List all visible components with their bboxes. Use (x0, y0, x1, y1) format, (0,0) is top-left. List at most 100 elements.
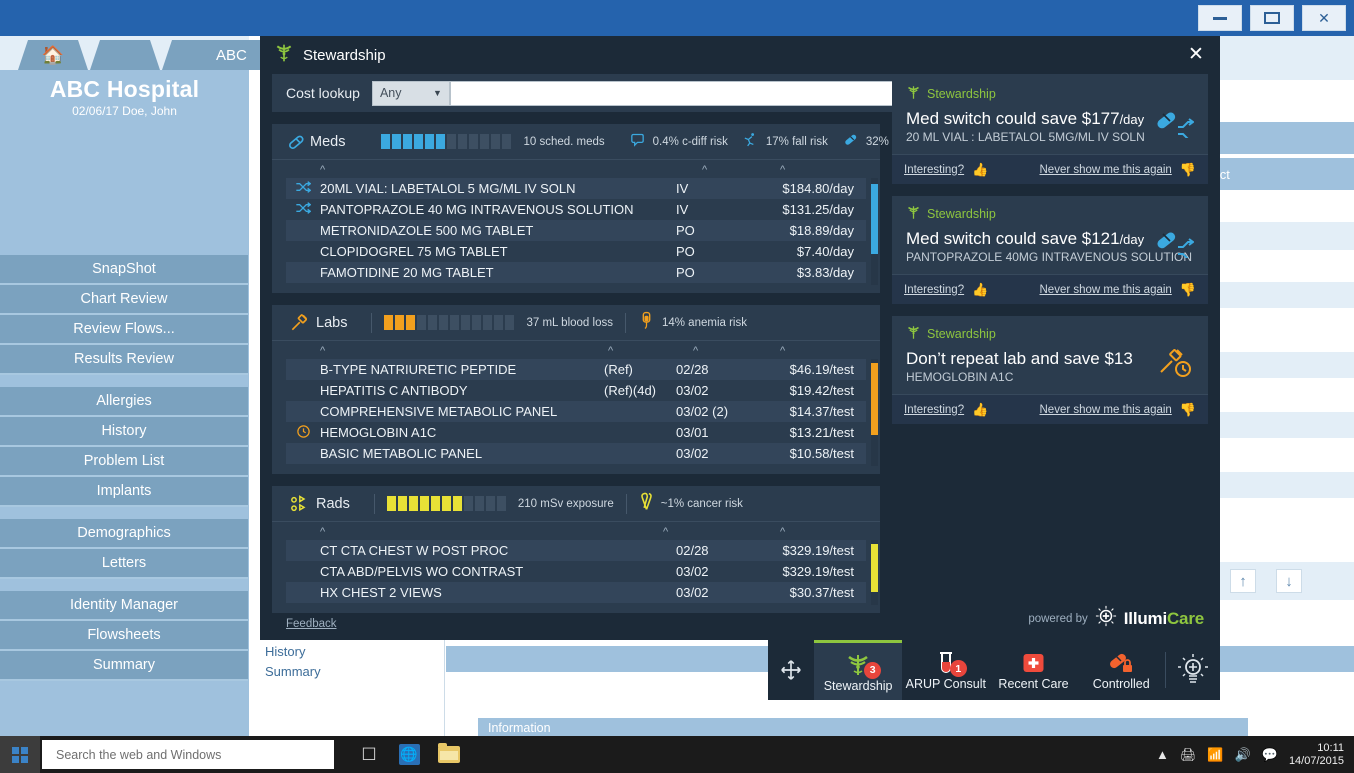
notification-subtitle: PANTOPRAZOLE 40MG INTRAVENOUS SOLUTION (906, 250, 1193, 264)
caduceus-icon (274, 43, 294, 68)
interesting-link[interactable]: Interesting? (904, 404, 964, 416)
toolbar-item-controlled[interactable]: Controlled (1077, 640, 1165, 700)
sidebar-item-allergies[interactable]: Allergies (0, 387, 248, 417)
move-handle-icon[interactable] (768, 640, 814, 700)
notification-title: Med switch could save $121/day (906, 229, 1194, 249)
wifi-icon[interactable]: 📶 (1207, 747, 1223, 763)
table-row[interactable]: BASIC METABOLIC PANEL 03/02 $10.58/test (286, 443, 866, 464)
maximize-button[interactable] (1250, 5, 1294, 31)
ehr-patient-info: 02/06/17 Doe, John (72, 104, 177, 118)
table-row[interactable]: CT CTA CHEST W POST PROC 02/28 $329.19/t… (286, 540, 866, 561)
swap-icon[interactable] (286, 201, 320, 218)
table-row[interactable]: 20ML VIAL: LABETALOL 5 MG/ML IV SOLN IV … (286, 178, 866, 199)
sidebar-item-summary[interactable]: Summary (0, 651, 248, 681)
taskbar-clock[interactable]: 10:11 14/07/2015 (1289, 742, 1348, 768)
meds-primary-stat: 10 sched. meds (523, 135, 605, 148)
notification-icon[interactable]: 💬 (1262, 747, 1278, 763)
table-row[interactable]: METRONIDAZOLE 500 MG TABLET PO $18.89/da… (286, 220, 866, 241)
edge-icon[interactable]: 🌐 (396, 743, 422, 767)
printer-icon[interactable]: 🖨 (1180, 747, 1197, 763)
search-input[interactable]: Search the web and Windows (42, 740, 334, 769)
thumbs-up-icon[interactable]: 👍 (972, 282, 988, 298)
start-button[interactable] (0, 736, 40, 773)
sidebar-item-letters[interactable]: Letters (0, 549, 248, 579)
notification-card[interactable]: Stewardship Med switch could save $177/d… (892, 76, 1208, 184)
swap-icon[interactable] (286, 180, 320, 197)
cost-lookup-select[interactable]: Any ▼ (371, 80, 450, 106)
labs-sort-name-icon[interactable]: ^ (320, 345, 325, 357)
notification-body: Stewardship Don’t repeat lab and save $1… (892, 316, 1208, 394)
pill-swap-icon (1154, 228, 1195, 263)
pill-swap-icon (1154, 108, 1195, 143)
table-row[interactable]: CTA ABD/PELVIS WO CONTRAST 03/02 $329.19… (286, 561, 866, 582)
brand-second: Care (1166, 608, 1204, 628)
toolbar-item-recent-care[interactable]: Recent Care (990, 640, 1078, 700)
ehr-mid-link-summary[interactable]: Summary (265, 662, 343, 682)
table-row[interactable]: FAMOTIDINE 20 MG TABLET PO $3.83/day (286, 262, 866, 283)
table-row[interactable]: HEMOGLOBIN A1C 03/01 $13.21/test (286, 422, 866, 443)
ehr-tab-home[interactable]: 🏠 (18, 40, 88, 70)
thumbs-down-icon[interactable]: 👎 (1180, 282, 1196, 298)
sidebar-item-flowsheets[interactable]: Flowsheets (0, 621, 248, 651)
labs-sort-date-icon[interactable]: ^ (693, 345, 698, 357)
table-row[interactable]: HX CHEST 2 VIEWS 03/02 $30.37/test (286, 582, 866, 603)
rads-sort-name-icon[interactable]: ^ (320, 526, 325, 538)
meds-sort-name-icon[interactable]: ^ (320, 164, 325, 176)
ehr-mid-link-history[interactable]: History (265, 642, 343, 662)
table-row[interactable]: B-TYPE NATRIURETIC PEPTIDE (Ref) 02/28 $… (286, 359, 866, 380)
lightbulb-icon[interactable] (1166, 640, 1220, 700)
rads-sort-date-icon[interactable]: ^ (663, 526, 668, 538)
scroll-down-button[interactable]: ↓ (1276, 569, 1302, 593)
chevron-up-icon[interactable]: ▲ (1156, 747, 1169, 762)
table-row[interactable]: COMPREHENSIVE METABOLIC PANEL 03/02 (2) … (286, 401, 866, 422)
labs-sort-price-icon[interactable]: ^ (780, 345, 785, 357)
rads-row-date: 03/02 (676, 585, 709, 600)
interesting-link[interactable]: Interesting? (904, 164, 964, 176)
illumicare-close-button[interactable]: ✕ (1186, 45, 1206, 65)
rads-scrollbar[interactable] (871, 540, 878, 605)
never-show-link[interactable]: Never show me this again (1040, 404, 1172, 416)
toolbar-item-stewardship[interactable]: 3 Stewardship (814, 640, 902, 700)
close-button[interactable]: ✕ (1302, 5, 1346, 31)
notification-card[interactable]: Stewardship Med switch could save $121/d… (892, 196, 1208, 304)
minimize-button[interactable] (1198, 5, 1242, 31)
file-explorer-icon[interactable] (436, 743, 462, 767)
sidebar-item-demographics[interactable]: Demographics (0, 519, 248, 549)
sidebar-item-history[interactable]: History (0, 417, 248, 447)
task-view-icon[interactable]: ☐ (356, 743, 382, 767)
scroll-up-button[interactable]: ↑ (1230, 569, 1256, 593)
sidebar-item-chart-review[interactable]: Chart Review (0, 285, 248, 315)
sidebar-item-identity-manager[interactable]: Identity Manager (0, 591, 248, 621)
rads-sort-price-icon[interactable]: ^ (780, 526, 785, 538)
volume-icon[interactable]: 🔊 (1235, 747, 1251, 763)
interesting-link[interactable]: Interesting? (904, 284, 964, 296)
never-show-link[interactable]: Never show me this again (1040, 164, 1172, 176)
sidebar-item-results-review[interactable]: Results Review (0, 345, 248, 375)
never-show-link[interactable]: Never show me this again (1040, 284, 1172, 296)
table-row[interactable]: HEPATITIS C ANTIBODY (Ref)(4d) 03/02 $19… (286, 380, 866, 401)
thumbs-down-icon[interactable]: 👎 (1180, 162, 1196, 178)
labs-scrollbar[interactable] (871, 359, 878, 466)
illumicare-toolbar: 3 Stewardship 1 ARUP Consult Recent Care… (768, 640, 1220, 700)
labs-row-price: $10.58/test (789, 446, 854, 461)
notification-card[interactable]: Stewardship Don’t repeat lab and save $1… (892, 316, 1208, 424)
feedback-link[interactable]: Feedback (286, 618, 337, 630)
sidebar-item-problem-list[interactable]: Problem List (0, 447, 248, 477)
syringe-clock-icon (1158, 348, 1194, 385)
table-row[interactable]: CLOPIDOGREL 75 MG TABLET PO $7.40/day (286, 241, 866, 262)
meds-sort-route-icon[interactable]: ^ (702, 164, 707, 176)
meds-sort-price-icon[interactable]: ^ (780, 164, 785, 176)
labs-row-date: 03/02 (676, 383, 709, 398)
labs-sort-ref-icon[interactable]: ^ (608, 345, 613, 357)
thumbs-up-icon[interactable]: 👍 (972, 402, 988, 418)
sidebar-item-review-flows[interactable]: Review Flows... (0, 315, 248, 345)
notification-body: Stewardship Med switch could save $121/d… (892, 196, 1208, 274)
sidebar-item-implants[interactable]: Implants (0, 477, 248, 507)
toolbar-item-arup-consult[interactable]: 1 ARUP Consult (902, 640, 990, 700)
thumbs-up-icon[interactable]: 👍 (972, 162, 988, 178)
table-row[interactable]: PANTOPRAZOLE 40 MG INTRAVENOUS SOLUTION … (286, 199, 866, 220)
ehr-tab-blank[interactable] (90, 40, 160, 70)
meds-scrollbar[interactable] (871, 178, 878, 285)
sidebar-item-snapshot[interactable]: SnapShot (0, 255, 248, 285)
thumbs-down-icon[interactable]: 👎 (1180, 402, 1196, 418)
